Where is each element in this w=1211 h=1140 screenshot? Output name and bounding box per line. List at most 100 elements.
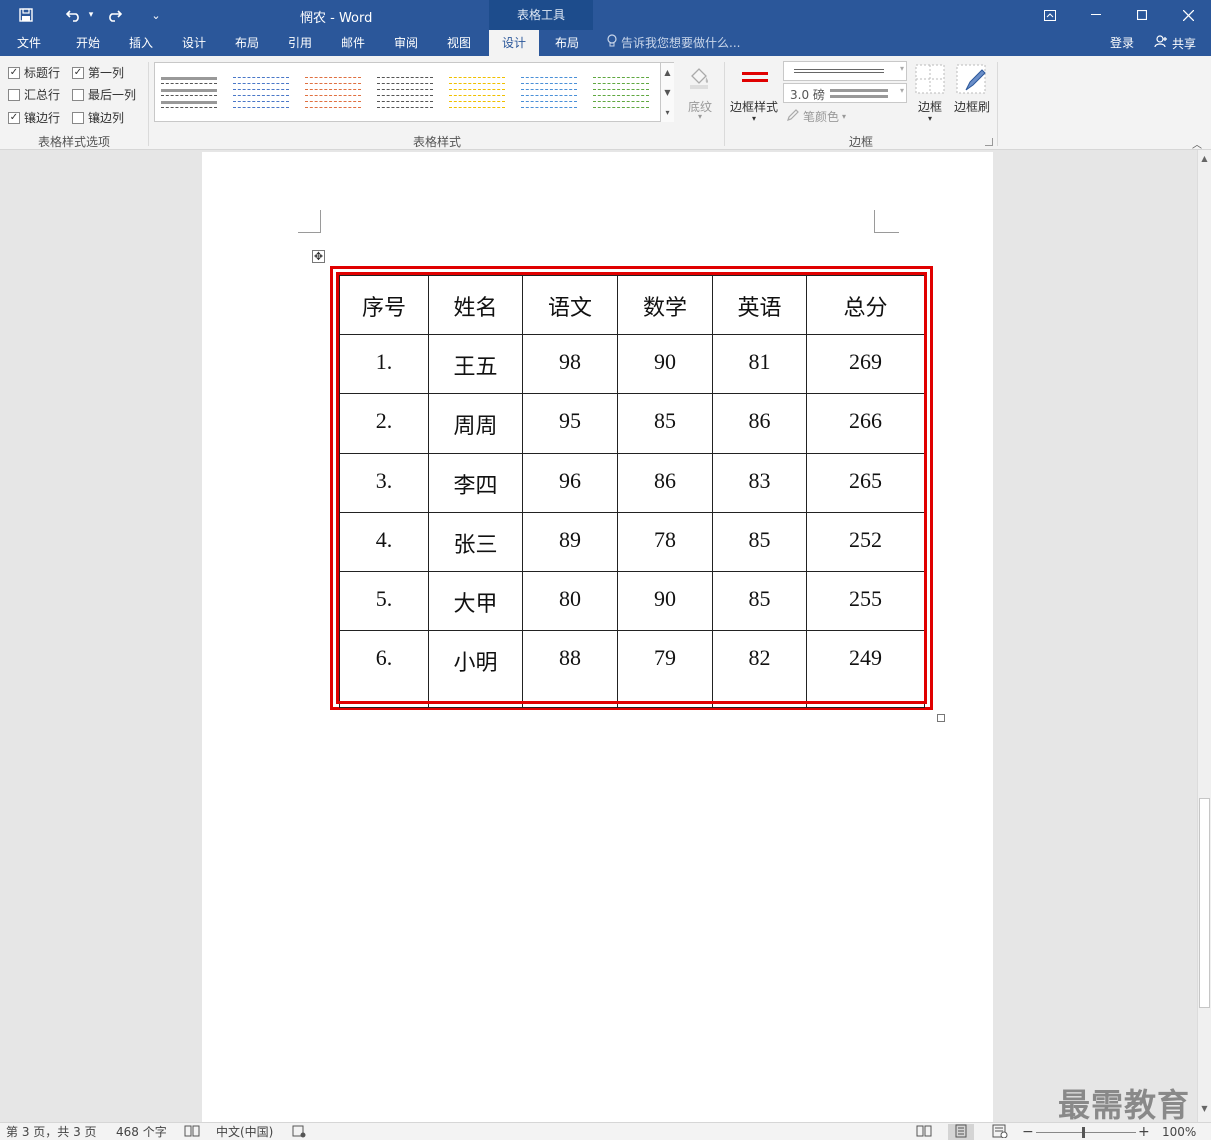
table-cell[interactable]: 李四: [428, 453, 523, 513]
table-cell[interactable]: 4.: [339, 512, 429, 572]
table-cell[interactable]: 6.: [339, 630, 429, 708]
pen-weight-combo[interactable]: 3.0 磅 ▾: [783, 83, 907, 103]
table-style-swatch[interactable]: [233, 75, 289, 111]
table-cell[interactable]: 255: [806, 571, 925, 631]
table-cell[interactable]: 小明: [428, 630, 523, 708]
banded-rows-checkbox[interactable]: ✓ 镶边行: [8, 109, 60, 126]
tab-references[interactable]: 引用: [276, 30, 324, 56]
tab-insert[interactable]: 插入: [117, 30, 165, 56]
proofing-icon[interactable]: [184, 1124, 200, 1140]
header-cell-total[interactable]: 总分: [806, 275, 925, 335]
table-cell[interactable]: 85: [617, 393, 713, 454]
tab-table-layout[interactable]: 布局: [543, 30, 591, 56]
last-column-checkbox[interactable]: 最后一列: [72, 86, 136, 103]
gallery-scroll-down-icon[interactable]: ▼: [660, 83, 674, 103]
header-cell-math[interactable]: 数学: [617, 275, 713, 335]
total-row-checkbox[interactable]: 汇总行: [8, 86, 60, 103]
print-layout-icon[interactable]: [948, 1124, 974, 1140]
page-count-status[interactable]: 第 3 页，共 3 页: [6, 1124, 97, 1140]
table-cell[interactable]: 98: [522, 334, 618, 394]
table-cell[interactable]: 张三: [428, 512, 523, 572]
table-cell[interactable]: 83: [712, 453, 807, 513]
border-painter-button[interactable]: 边框刷: [950, 62, 994, 122]
table-cell[interactable]: 249: [806, 630, 925, 708]
ribbon-display-options-icon[interactable]: [1027, 0, 1073, 30]
zoom-out-icon[interactable]: −: [1022, 1124, 1034, 1140]
table-cell[interactable]: 95: [522, 393, 618, 454]
minimize-icon[interactable]: [1073, 0, 1119, 30]
table-cell[interactable]: 96: [522, 453, 618, 513]
table-cell[interactable]: 3.: [339, 453, 429, 513]
web-layout-icon[interactable]: [992, 1124, 1008, 1140]
undo-dropdown-icon[interactable]: ▾: [86, 0, 96, 30]
table-cell[interactable]: 79: [617, 630, 713, 708]
vertical-scrollbar[interactable]: ▲ ▼: [1197, 150, 1211, 1122]
customize-qat-icon[interactable]: ⌄: [144, 0, 168, 30]
table-style-swatch[interactable]: [449, 75, 505, 111]
table-cell[interactable]: 265: [806, 453, 925, 513]
language-status[interactable]: 中文(中国): [216, 1124, 273, 1140]
table-cell[interactable]: 78: [617, 512, 713, 572]
save-icon[interactable]: [12, 0, 40, 30]
tab-home[interactable]: 开始: [64, 30, 112, 56]
borders-button[interactable]: 边框 ▾: [912, 62, 948, 130]
header-row-checkbox[interactable]: ✓ 标题行: [8, 64, 60, 81]
pen-color-button[interactable]: 笔颜色 ▾: [786, 107, 856, 125]
header-cell-index[interactable]: 序号: [339, 275, 429, 335]
macro-record-icon[interactable]: [292, 1124, 306, 1140]
tab-file[interactable]: 文件: [8, 30, 50, 56]
table-cell[interactable]: 86: [617, 453, 713, 513]
table-cell[interactable]: 2.: [339, 393, 429, 454]
table-cell[interactable]: 80: [522, 571, 618, 631]
table-cell[interactable]: 周周: [428, 393, 523, 454]
table-cell[interactable]: 大甲: [428, 571, 523, 631]
zoom-slider[interactable]: [1036, 1124, 1136, 1140]
word-count-status[interactable]: 468 个字: [116, 1124, 167, 1140]
table-cell[interactable]: 88: [522, 630, 618, 708]
table-cell[interactable]: 85: [712, 512, 807, 572]
table-style-swatch[interactable]: [521, 75, 577, 111]
redo-icon[interactable]: [102, 0, 126, 30]
table-style-swatch[interactable]: [377, 75, 433, 111]
tab-layout[interactable]: 布局: [223, 30, 271, 56]
collapse-ribbon-icon[interactable]: ︿: [1192, 136, 1202, 151]
header-cell-name[interactable]: 姓名: [428, 275, 523, 335]
table-cell[interactable]: 86: [712, 393, 807, 454]
table-cell[interactable]: 5.: [339, 571, 429, 631]
sign-in-link[interactable]: 登录: [1110, 30, 1134, 56]
tab-view[interactable]: 视图: [435, 30, 483, 56]
table-cell[interactable]: 85: [712, 571, 807, 631]
tab-mailings[interactable]: 邮件: [329, 30, 377, 56]
tell-me-box[interactable]: 告诉我您想要做什么...: [607, 30, 740, 56]
first-column-checkbox[interactable]: ✓ 第一列: [72, 64, 124, 81]
banded-columns-checkbox[interactable]: 镶边列: [72, 109, 124, 126]
shading-button[interactable]: 底纹 ▾: [680, 62, 718, 126]
scroll-down-icon[interactable]: ▼: [1198, 1102, 1211, 1116]
table-move-handle-icon[interactable]: ✥: [312, 250, 325, 263]
score-table[interactable]: 序号 姓名 语文 数学 英语 总分 1. 王五 98 90 81 269 2. …: [330, 266, 933, 710]
gallery-scroll-up-icon[interactable]: ▲: [660, 63, 674, 83]
close-icon[interactable]: [1165, 0, 1211, 30]
read-mode-icon[interactable]: [916, 1124, 932, 1140]
borders-dialog-launcher-icon[interactable]: [985, 138, 993, 146]
border-styles-button[interactable]: 边框样式 ▾: [728, 62, 780, 130]
table-cell[interactable]: 90: [617, 334, 713, 394]
table-style-swatch[interactable]: [305, 75, 361, 111]
table-cell[interactable]: 90: [617, 571, 713, 631]
table-cell[interactable]: 89: [522, 512, 618, 572]
table-cell[interactable]: 269: [806, 334, 925, 394]
table-cell[interactable]: 266: [806, 393, 925, 454]
line-style-combo[interactable]: ▾: [783, 61, 907, 81]
scroll-thumb[interactable]: [1199, 798, 1210, 1008]
share-button[interactable]: 共享: [1148, 33, 1202, 55]
table-cell[interactable]: 82: [712, 630, 807, 708]
header-cell-english[interactable]: 英语: [712, 275, 807, 335]
scroll-up-icon[interactable]: ▲: [1198, 152, 1211, 166]
gallery-more-icon[interactable]: ▾: [660, 103, 674, 122]
maximize-icon[interactable]: [1119, 0, 1165, 30]
zoom-level[interactable]: 100%: [1162, 1124, 1196, 1140]
table-style-swatch[interactable]: [161, 75, 217, 111]
header-cell-chinese[interactable]: 语文: [522, 275, 618, 335]
table-style-swatch[interactable]: [593, 75, 649, 111]
undo-icon[interactable]: [62, 0, 86, 30]
